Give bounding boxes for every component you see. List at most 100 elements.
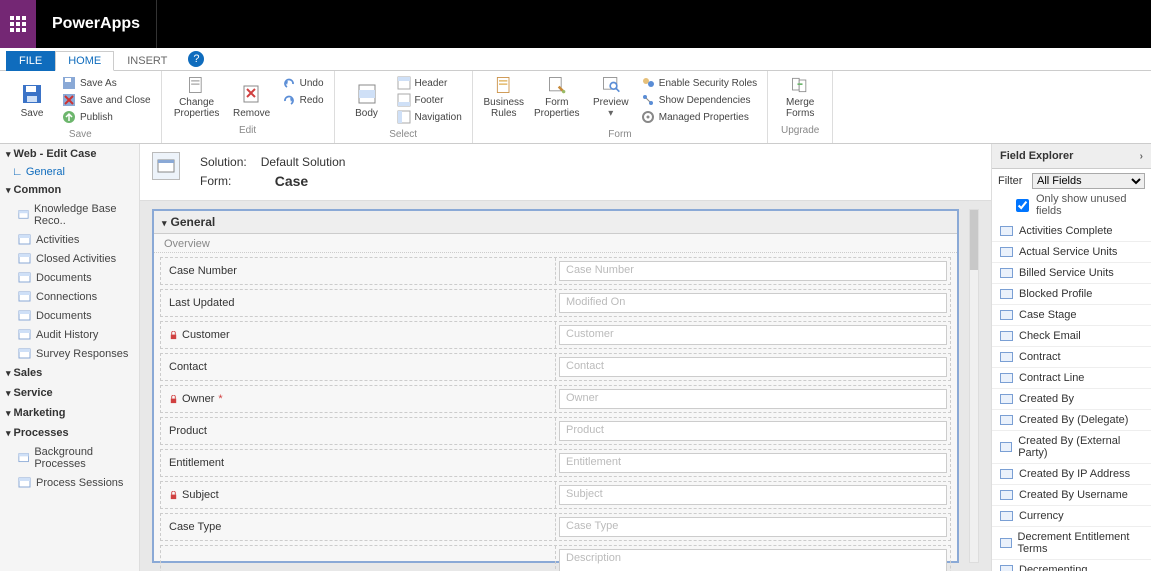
nav-group-marketing[interactable]: Marketing (0, 403, 139, 423)
nav-top-group[interactable]: Web - Edit Case (0, 144, 139, 164)
field-icon (1000, 394, 1013, 404)
tab-insert[interactable]: INSERT (114, 51, 180, 71)
form-name: Case (255, 172, 352, 190)
nav-item[interactable]: Connections (0, 287, 139, 306)
nav-item[interactable]: Knowledge Base Reco.. (0, 200, 139, 230)
body-icon (355, 82, 379, 106)
field-item-label: Created By (External Party) (1018, 435, 1143, 459)
field-explorer-item[interactable]: Created By (992, 389, 1151, 410)
field-item-label: Blocked Profile (1019, 288, 1092, 300)
field-icon (1000, 565, 1013, 571)
nav-group-common[interactable]: Common (0, 180, 139, 200)
save-icon (20, 82, 44, 106)
nav-general-link[interactable]: ∟ General (0, 164, 139, 180)
nav-item[interactable]: Survey Responses (0, 344, 139, 363)
footer-icon (397, 93, 411, 107)
chevron-right-icon[interactable]: › (1140, 151, 1143, 162)
field-explorer-item[interactable]: Decrementing (992, 560, 1151, 571)
nav-item-label: Process Sessions (36, 477, 123, 489)
nav-item[interactable]: Background Processes (0, 443, 139, 473)
save-as-button[interactable]: Save As (60, 75, 153, 91)
form-canvas[interactable]: General Overview Case Number Case Number… (152, 209, 959, 563)
field-explorer-item[interactable]: Created By (External Party) (992, 431, 1151, 464)
nav-item[interactable]: Closed Activities (0, 249, 139, 268)
navigation-button[interactable]: Navigation (395, 109, 464, 125)
form-field-row[interactable]: Subject Subject (160, 481, 951, 509)
redo-icon (282, 93, 296, 107)
tab-file[interactable]: FILE (6, 51, 55, 71)
form-field-row[interactable]: Contact Contact (160, 353, 951, 381)
nav-group-processes[interactable]: Processes (0, 423, 139, 443)
canvas-scrollbar[interactable] (969, 209, 979, 563)
field-item-label: Activities Complete (1019, 225, 1113, 237)
form-field-row[interactable]: Product Product (160, 417, 951, 445)
field-explorer-item[interactable]: Contract Line (992, 368, 1151, 389)
nav-group-service[interactable]: Service (0, 383, 139, 403)
change-props-button[interactable]: Change Properties (168, 73, 226, 121)
field-placeholder: Subject (559, 485, 947, 505)
save-close-button[interactable]: Save and Close (60, 92, 153, 108)
form-properties-button[interactable]: Form Properties (529, 73, 585, 121)
lock-icon (169, 491, 178, 500)
nav-item[interactable]: Activities (0, 230, 139, 249)
help-icon[interactable]: ? (188, 51, 204, 67)
nav-item-icon (18, 290, 31, 303)
form-field-row[interactable]: Description Description (160, 545, 951, 571)
show-deps-button[interactable]: Show Dependencies (639, 92, 759, 108)
field-explorer-item[interactable]: Activities Complete (992, 221, 1151, 242)
managed-props-button[interactable]: Managed Properties (639, 109, 759, 125)
form-field-row[interactable]: Entitlement Entitlement (160, 449, 951, 477)
field-placeholder: Modified On (559, 293, 947, 313)
save-button[interactable]: Save (6, 73, 58, 121)
field-explorer-item[interactable]: Currency (992, 506, 1151, 527)
field-explorer-item[interactable]: Created By Username (992, 485, 1151, 506)
field-explorer-item[interactable]: Contract (992, 347, 1151, 368)
nav-item-label: Connections (36, 291, 97, 303)
undo-button[interactable]: Undo (280, 75, 326, 91)
nav-group-sales[interactable]: Sales (0, 363, 139, 383)
security-roles-button[interactable]: Enable Security Roles (639, 75, 759, 91)
footer-button[interactable]: Footer (395, 92, 464, 108)
form-entity-icon (152, 152, 180, 180)
nav-item[interactable]: Documents (0, 306, 139, 325)
redo-button[interactable]: Redo (280, 92, 326, 108)
form-field-row[interactable]: Case Number Case Number (160, 257, 951, 285)
field-explorer-item[interactable]: Created By IP Address (992, 464, 1151, 485)
section-general[interactable]: General (154, 211, 957, 234)
nav-item[interactable]: Audit History (0, 325, 139, 344)
field-label: Subject (182, 489, 219, 501)
field-explorer-item[interactable]: Check Email (992, 326, 1151, 347)
field-label: Entitlement (169, 457, 224, 469)
publish-button[interactable]: Publish (60, 109, 153, 125)
form-field-row[interactable]: Owner *Owner (160, 385, 951, 413)
field-explorer-item[interactable]: Billed Service Units (992, 263, 1151, 284)
field-explorer-item[interactable]: Blocked Profile (992, 284, 1151, 305)
preview-button[interactable]: Preview ▾ (585, 73, 637, 121)
merge-forms-button[interactable]: Merge Forms (774, 73, 826, 121)
field-explorer-item[interactable]: Actual Service Units (992, 242, 1151, 263)
filter-select[interactable]: All Fields (1032, 173, 1145, 189)
business-rules-button[interactable]: Business Rules (479, 73, 529, 121)
form-label: Form: (194, 172, 253, 190)
nav-item-icon (18, 347, 31, 360)
form-field-row[interactable]: Last Updated Modified On (160, 289, 951, 317)
field-explorer-item[interactable]: Created By (Delegate) (992, 410, 1151, 431)
preview-icon (599, 75, 623, 95)
nav-item[interactable]: Process Sessions (0, 473, 139, 492)
field-icon (1000, 511, 1013, 521)
nav-item[interactable]: Documents (0, 268, 139, 287)
form-field-row[interactable]: Customer Customer (160, 321, 951, 349)
remove-button[interactable]: Remove (226, 73, 278, 121)
body-button[interactable]: Body (341, 73, 393, 121)
app-launcher-button[interactable] (0, 0, 36, 48)
field-explorer-item[interactable]: Case Stage (992, 305, 1151, 326)
scrollbar-thumb[interactable] (970, 210, 978, 270)
only-unused-checkbox[interactable] (1016, 199, 1029, 212)
save-label: Save (21, 108, 44, 119)
field-icon (1000, 415, 1013, 425)
field-explorer-item[interactable]: Decrement Entitlement Terms (992, 527, 1151, 560)
field-icon (1000, 247, 1013, 257)
tab-home[interactable]: HOME (55, 51, 114, 71)
header-button[interactable]: Header (395, 75, 464, 91)
form-field-row[interactable]: Case Type Case Type (160, 513, 951, 541)
